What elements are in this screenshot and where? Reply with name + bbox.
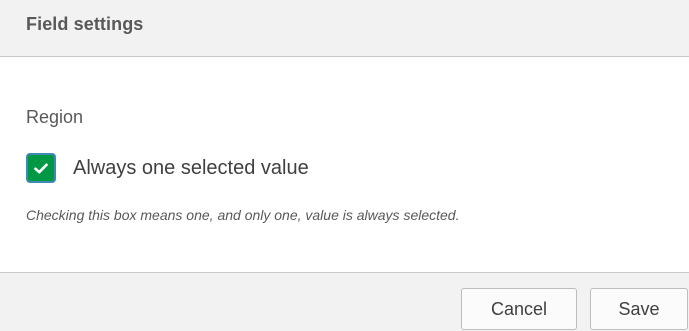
check-icon — [34, 163, 48, 173]
checkbox-help-text: Checking this box means one, and only on… — [26, 207, 460, 223]
dialog-body: Region Always one selected value Checkin… — [0, 57, 689, 272]
always-one-selected-label[interactable]: Always one selected value — [73, 157, 309, 180]
always-one-selected-option[interactable]: Always one selected value — [26, 151, 309, 185]
dialog-title: Field settings — [26, 14, 144, 34]
always-one-selected-checkbox[interactable] — [26, 153, 56, 183]
dialog-footer: Cancel Save — [0, 272, 689, 331]
cancel-button[interactable]: Cancel — [461, 288, 577, 330]
save-button[interactable]: Save — [590, 288, 688, 330]
field-settings-dialog: Field settings Region Always one selecte… — [0, 0, 689, 331]
dialog-header: Field settings — [0, 0, 689, 57]
field-name-heading: Region — [26, 107, 84, 127]
